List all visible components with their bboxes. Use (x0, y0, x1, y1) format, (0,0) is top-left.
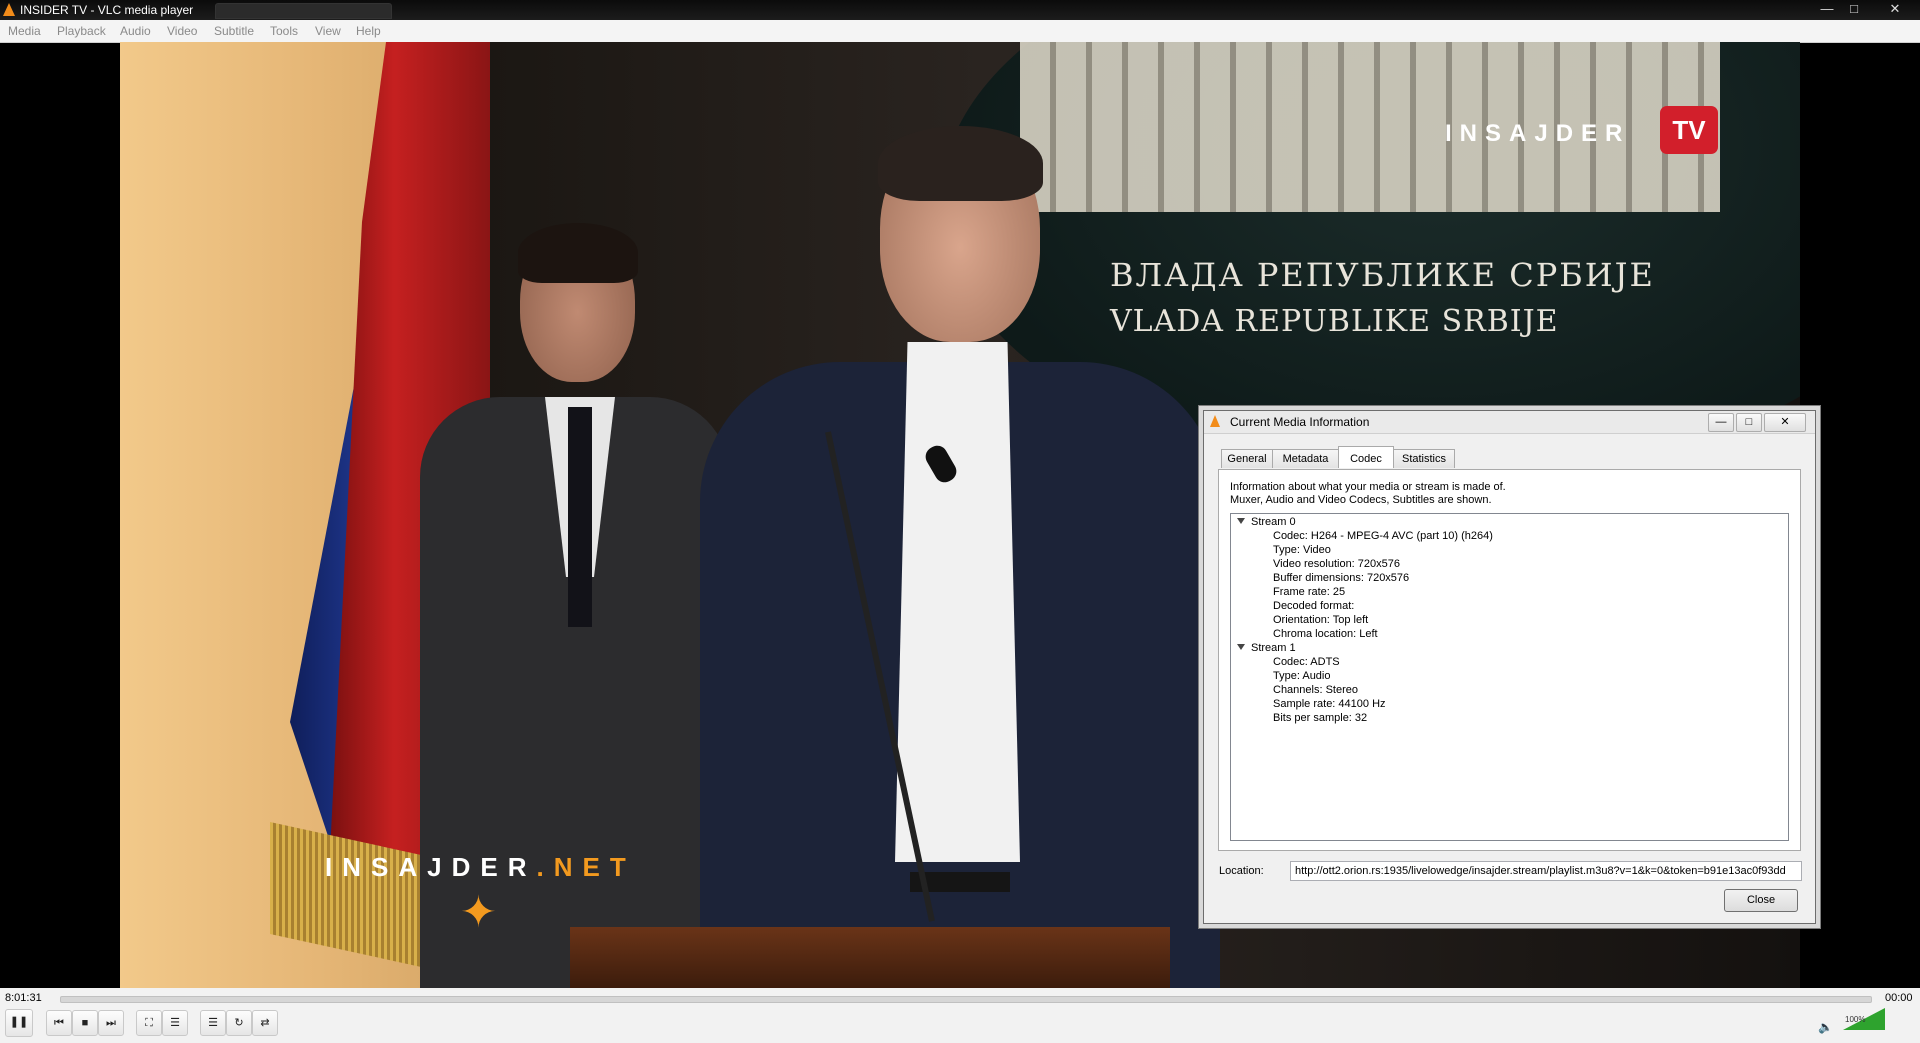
dialog-maximize-button[interactable]: □ (1736, 413, 1762, 432)
expand-arrow-icon[interactable] (1237, 518, 1245, 524)
menu-playback[interactable]: Playback (57, 24, 106, 38)
vlc-cone-icon (1210, 415, 1220, 427)
menu-media[interactable]: Media (8, 24, 41, 38)
speaker-icon[interactable]: 🔈 (1818, 1020, 1833, 1034)
dialog-close-icon-button[interactable]: ✕ (1764, 413, 1806, 432)
stream-name: Stream 0 (1251, 516, 1296, 528)
tab-general[interactable]: General (1221, 449, 1273, 468)
watermark: INSAJDER.NET (325, 852, 636, 883)
background-tab-ghost (215, 3, 392, 19)
menu-audio[interactable]: Audio (120, 24, 151, 38)
vlc-cone-icon (3, 3, 15, 16)
stop-button[interactable]: ■ (72, 1010, 98, 1036)
description-line: Information about what your media or str… (1230, 481, 1506, 493)
menu-tools[interactable]: Tools (270, 24, 298, 38)
person-speaker (700, 126, 1220, 988)
maximize-button[interactable]: □ (1843, 1, 1865, 17)
menu-view[interactable]: View (315, 24, 341, 38)
tab-codec[interactable]: Codec (1338, 446, 1394, 468)
seek-bar[interactable] (60, 996, 1872, 1003)
channel-logo-text: INSAJDER (1445, 120, 1631, 147)
watermark-star-icon: ✦ (460, 888, 497, 937)
tree-item[interactable]: Bits per sample: 32 (1273, 710, 1367, 726)
playlist-button[interactable]: ☰ (200, 1010, 226, 1036)
codec-description: Information about what your media or str… (1230, 481, 1506, 507)
description-line: Muxer, Audio and Video Codecs, Subtitles… (1230, 494, 1492, 506)
loop-button[interactable]: ↻ (226, 1010, 252, 1036)
menu-subtitle[interactable]: Subtitle (214, 24, 254, 38)
extended-settings-button[interactable]: ☰ (162, 1010, 188, 1036)
channel-logo-badge: TV (1660, 106, 1718, 154)
podium (570, 927, 1170, 988)
dialog-title: Current Media Information (1230, 415, 1370, 429)
pause-button[interactable]: ❚❚ (5, 1009, 33, 1037)
playback-controls: 8:01:31 00:00 ❚❚ ⏮ ■ ⏭ ⛶ ☰ ☰ ↻ ⇄ 🔈 100% (0, 988, 1920, 1043)
watermark-main: INSAJDER (325, 852, 537, 882)
menu-bar: Media Playback Audio Video Subtitle Tool… (0, 20, 1920, 43)
window-title: INSIDER TV - VLC media player (20, 3, 194, 17)
next-button[interactable]: ⏭ (98, 1010, 124, 1036)
stream-name: Stream 1 (1251, 642, 1296, 654)
tab-metadata[interactable]: Metadata (1272, 449, 1339, 468)
expand-arrow-icon[interactable] (1237, 644, 1245, 650)
codec-tree[interactable]: Stream 0 Codec: H264 - MPEG-4 AVC (part … (1230, 513, 1789, 841)
close-window-button[interactable]: ✕ (1884, 1, 1906, 17)
codec-panel: Information about what your media or str… (1218, 469, 1801, 851)
media-info-dialog: Current Media Information — □ ✕ General … (1203, 410, 1816, 924)
dialog-minimize-button[interactable]: — (1708, 413, 1734, 432)
tab-statistics[interactable]: Statistics (1393, 449, 1455, 468)
location-field[interactable]: http://ott2.orion.rs:1935/livelowedge/in… (1290, 861, 1802, 881)
volume-percent: 100% (1845, 1015, 1866, 1024)
location-label: Location: (1219, 865, 1264, 877)
watermark-suffix: .NET (536, 852, 636, 882)
menu-help[interactable]: Help (356, 24, 381, 38)
fullscreen-button[interactable]: ⛶ (136, 1010, 162, 1036)
window-titlebar: INSIDER TV - VLC media player — □ ✕ (0, 0, 1920, 20)
shuffle-button[interactable]: ⇄ (252, 1010, 278, 1036)
previous-button[interactable]: ⏮ (46, 1010, 72, 1036)
close-button[interactable]: Close (1724, 889, 1798, 912)
time-total: 00:00 (1885, 992, 1913, 1004)
minimize-button[interactable]: — (1816, 1, 1838, 17)
dialog-titlebar: Current Media Information — □ ✕ (1204, 411, 1815, 434)
menu-video[interactable]: Video (167, 24, 197, 38)
time-elapsed: 8:01:31 (5, 992, 42, 1004)
